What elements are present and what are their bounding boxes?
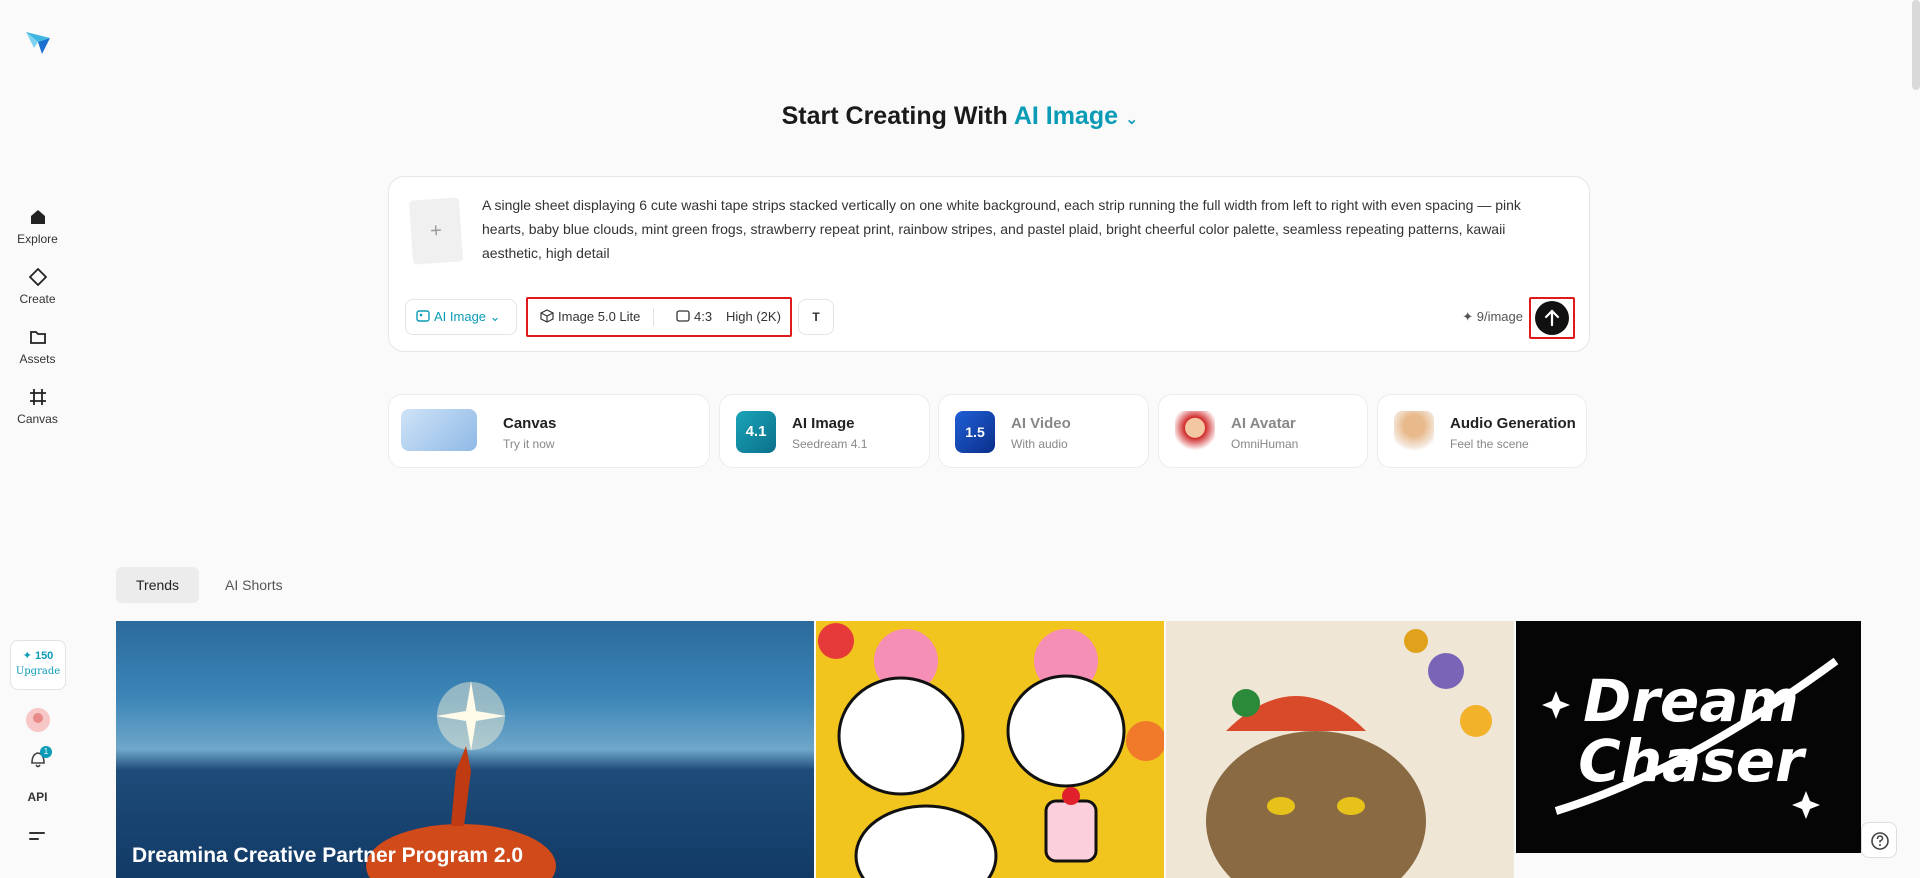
tab-trends[interactable]: Trends [116,567,200,603]
text-style-button[interactable]: T [798,299,834,335]
add-reference-image-button[interactable]: + [408,197,464,265]
pegasus-thumbnail [401,409,477,451]
poster-text-line-1: Dream [1583,667,1799,735]
poster-text-line-2: Chaser [1578,727,1807,795]
avatar[interactable] [26,708,50,732]
text-style-icon: T [812,310,820,324]
mode-dropdown[interactable]: AI Image ⌄ [405,299,517,335]
feature-title: Audio Generation [1450,415,1576,432]
model-selector[interactable]: Image 5.0 Lite [540,299,640,335]
feature-subtitle: Feel the scene [1450,437,1529,451]
notification-badge: 1 [40,746,52,758]
ai-video-badge: 1.5 [955,411,995,453]
menu-icon[interactable] [29,832,45,844]
prompt-input[interactable]: A single sheet displaying 6 cute washi t… [482,193,1564,265]
sidebar-item-explore[interactable]: Explore [0,208,75,246]
feature-subtitle: Seedream 4.1 [792,437,868,451]
mode-selector[interactable]: AI Image [1014,102,1118,130]
gallery-item-hero[interactable]: Dreamina Creative Partner Program 2.0 [116,621,814,878]
hero-title: Dreamina Creative Partner Program 2.0 [132,844,524,867]
frame-icon [29,389,46,405]
sidebar-item-label: Create [19,292,56,306]
page-scrollbar[interactable] [1912,0,1920,90]
feature-card-ai-image[interactable]: 4.1 AI Image Seedream 4.1 [719,394,930,468]
feature-card-canvas[interactable]: Canvas Try it now [388,394,710,468]
send-highlight [1529,297,1575,339]
tab-ai-shorts[interactable]: AI Shorts [205,567,303,603]
feature-title: AI Image [792,415,855,432]
feature-title: AI Video [1011,415,1071,432]
gallery-item-poster[interactable]: Dream Chaser [1516,621,1861,853]
question-icon [1871,832,1889,850]
logo-icon[interactable] [24,28,52,56]
prompt-card: + A single sheet displaying 6 cute washi… [388,176,1590,352]
feature-card-audio-generation[interactable]: Audio Generation Feel the scene [1377,394,1587,468]
feature-subtitle: With audio [1011,437,1068,451]
home-icon [30,210,45,224]
ai-image-badge: 4.1 [736,411,776,453]
title-prefix: Start Creating With [781,102,1014,130]
help-button[interactable] [1861,822,1897,858]
sidebar-item-label: Assets [19,352,56,366]
mode-chip-label: AI Image [434,309,487,324]
model-label: Image 5.0 Lite [558,309,641,324]
quality-selector[interactable]: High (2K) [726,299,781,335]
gallery-item-cat[interactable] [1166,621,1514,878]
page-title: Start Creating With AI Image ⌄ [0,102,1920,131]
sidebar-item-canvas[interactable]: Canvas [0,388,75,426]
generation-settings-group: Image 5.0 Lite 4:3 High (2K) [526,297,792,337]
feature-card-ai-video[interactable]: 1.5 AI Video With audio [938,394,1149,468]
feature-card-ai-avatar[interactable]: AI Avatar OmniHuman [1158,394,1368,468]
cost-per-image: ✦ 9/image [1462,309,1523,324]
sidebar-item-assets[interactable]: Assets [0,328,75,366]
chevron-down-icon[interactable]: ⌄ [1125,111,1138,128]
credit-balance: ✦ 150 [22,650,54,662]
sidebar-item-label: Canvas [17,412,58,426]
poster-illustration: Dream Chaser [1516,621,1861,853]
sidebar-item-create[interactable]: Create [0,268,75,306]
ratio-icon [676,310,690,322]
prompt-toolbar: AI Image ⌄ Image 5.0 Lite 4:3 High (2K) … [405,297,1575,339]
ratio-label: 4:3 [694,309,713,324]
microphone-thumbnail [1394,411,1434,453]
avatar-thumbnail [1175,411,1215,453]
cat-illustration [1166,621,1514,878]
feature-subtitle: Try it now [503,437,555,451]
api-link[interactable]: API [0,790,75,804]
feature-subtitle: OmniHuman [1231,437,1299,451]
sidebar-item-label: Explore [17,232,58,246]
arrow-up-icon [1544,309,1560,327]
hero-illustration [366,681,556,878]
gallery-item-bears[interactable] [816,621,1164,878]
bears-illustration [816,621,1164,878]
folder-icon [29,331,46,344]
credits-upgrade-button[interactable]: ✦ 150 Upgrade [10,640,66,690]
divider [653,308,654,326]
diamond-icon [28,268,47,286]
upgrade-label: Upgrade [15,666,61,677]
sidebar: Explore Create Assets Canvas ✦ 150 Upgra… [0,0,75,878]
feature-title: AI Avatar [1231,415,1296,432]
image-icon [416,310,430,322]
aspect-ratio-selector[interactable]: 4:3 [676,299,712,335]
chevron-down-icon: ⌄ [489,309,501,324]
feature-title: Canvas [503,415,557,432]
generate-button[interactable] [1535,301,1569,335]
cube-icon [540,309,554,323]
